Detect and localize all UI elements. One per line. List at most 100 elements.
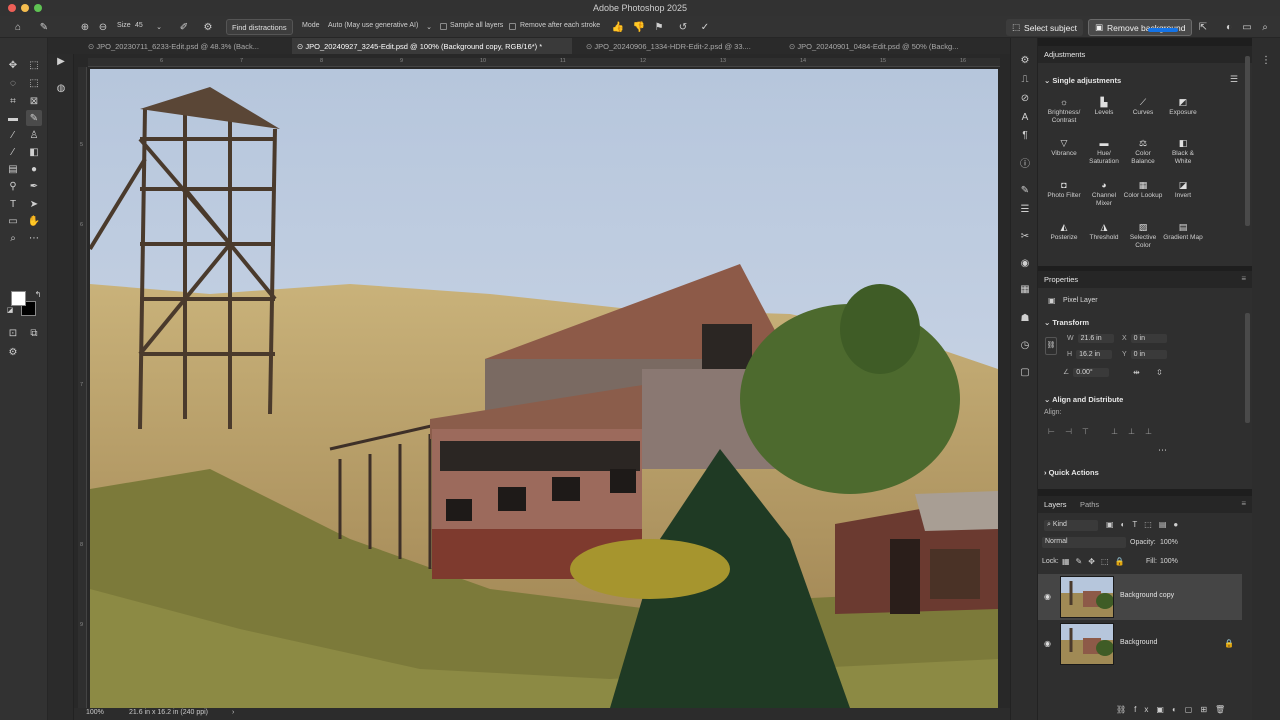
brush-subtract-icon[interactable]: ⊖	[96, 19, 110, 35]
adjustment-hue-saturation[interactable]: ▬ Hue/ Saturation	[1084, 138, 1124, 166]
workspace-icon[interactable]: ▭	[1240, 19, 1254, 35]
width-field[interactable]: W 21.6 in	[1067, 334, 1114, 345]
blend-mode-select[interactable]: Normal	[1042, 537, 1126, 548]
opacity-value[interactable]: 100%	[1160, 539, 1178, 546]
adjustment-gradient-map[interactable]: ▤ Gradient Map	[1163, 222, 1203, 242]
object-select-tool-icon[interactable]: ⬚	[26, 75, 42, 91]
flip-horizontal-icon[interactable]: ⇹	[1133, 368, 1140, 377]
chevron-down-icon[interactable]: ⌄	[154, 19, 164, 35]
layer-row-background-copy[interactable]: ◉ Background copy	[1038, 574, 1242, 620]
screen-mode-icon[interactable]: ⧉	[26, 325, 42, 341]
lasso-tool-icon[interactable]: ◌	[5, 75, 21, 91]
fill-value[interactable]: 100%	[1160, 558, 1178, 565]
gradient-tool-icon[interactable]: ▤	[5, 161, 21, 177]
more-options-icon[interactable]: ⋮	[1258, 52, 1274, 68]
angle-value[interactable]: 0.00°	[1073, 368, 1110, 377]
layer-footer-buttons[interactable]: ⛓fx▣◐▢⊞🗑	[1116, 705, 1233, 714]
remove-after-stroke-checkbox[interactable]	[509, 23, 516, 30]
find-distractions-button[interactable]: Find distractions	[226, 19, 293, 35]
edit-toolbar-icon[interactable]: ⚙	[5, 344, 21, 360]
foreground-color-swatch[interactable]	[11, 291, 26, 306]
reset-icon[interactable]: ↺	[676, 19, 690, 35]
blur-tool-icon[interactable]: ●	[26, 161, 42, 177]
adjustment-brightness-contrast[interactable]: ☼ Brightness/ Contrast	[1044, 97, 1084, 125]
sliders-icon[interactable]: ☰	[1017, 201, 1033, 217]
adjustment-black-white[interactable]: ◧ Black & White	[1163, 138, 1203, 166]
sample-all-layers-checkbox[interactable]	[440, 23, 447, 30]
default-colors-icon[interactable]: ◪	[5, 305, 15, 315]
thumbs-up-icon[interactable]: 👍	[611, 19, 625, 35]
chevron-right-icon[interactable]: ›	[232, 709, 234, 716]
type-tool-icon[interactable]: T	[5, 196, 21, 212]
align-buttons[interactable]: ⊢⊣⊤ ⊥⊥⊥	[1048, 427, 1162, 436]
paragraph-icon[interactable]: ¶	[1017, 127, 1033, 143]
adjustment-posterize[interactable]: ◭ Posterize	[1044, 222, 1084, 242]
layer-name[interactable]: Background copy	[1120, 592, 1174, 599]
adjustment-vibrance[interactable]: ▽ Vibrance	[1044, 138, 1084, 158]
x-field[interactable]: X0 in	[1122, 334, 1167, 345]
tab-document-4[interactable]: ⊙ JPO_20240901_0484-Edit.psd @ 50% (Back…	[789, 38, 984, 54]
filter-icons[interactable]: ▣◐T⬚▤●	[1106, 520, 1185, 529]
remove-tool-icon[interactable]: ✎	[26, 110, 42, 126]
adjustment-exposure[interactable]: ◩ Exposure	[1163, 97, 1203, 117]
y-value[interactable]: 0 in	[1130, 350, 1167, 359]
flip-vertical-icon[interactable]: ⇳	[1156, 368, 1163, 377]
panel-menu-icon[interactable]: ≡	[1241, 499, 1246, 508]
theme-icon[interactable]: ◐	[1222, 19, 1236, 35]
stamp-tool-icon[interactable]: ♙	[26, 127, 42, 143]
info-icon[interactable]: ⓘ	[1017, 154, 1033, 170]
gear-icon[interactable]: ⚙	[201, 19, 215, 35]
adjustment-color-lookup[interactable]: ▦ Color Lookup	[1123, 180, 1163, 200]
layer-row-background[interactable]: ◉ Background 🔒	[1038, 621, 1242, 667]
libraries-icon[interactable]: ☗	[1017, 310, 1033, 326]
eye-icon[interactable]: ◉	[1044, 639, 1051, 648]
panel-menu-icon[interactable]: ≡	[1241, 274, 1246, 283]
w-value[interactable]: 21.6 in	[1077, 334, 1114, 343]
color-icon[interactable]: ◉	[1017, 255, 1033, 271]
share-icon[interactable]: ⇱	[1196, 19, 1210, 35]
swatches-icon[interactable]: ▦	[1017, 281, 1033, 297]
chevron-down-icon[interactable]: ⌄	[424, 19, 434, 35]
flag-icon[interactable]: ⚑	[652, 19, 666, 35]
adjustment-levels[interactable]: ▙ Levels	[1084, 97, 1124, 117]
eyedropper-tool-icon[interactable]: ▬	[5, 110, 21, 126]
tab-document-1[interactable]: ⊙ JPO_20230711_6233-Edit.psd @ 48.3% (Ba…	[88, 38, 283, 54]
rectangle-tool-icon[interactable]: ▭	[5, 213, 21, 229]
hand-tool-icon[interactable]: ✋	[26, 213, 42, 229]
tab-paths[interactable]: Paths	[1080, 500, 1099, 509]
paths-icon[interactable]: ⊘	[1017, 90, 1033, 106]
document-size[interactable]: 21.6 in x 16.2 in (240 ppi)	[129, 709, 208, 716]
tab-document-3[interactable]: ⊙ JPO_20240906_1334-HDR-Edit-2.psd @ 33.…	[586, 38, 776, 54]
eraser-tool-icon[interactable]: ◧	[26, 144, 42, 160]
tab-document-2[interactable]: ⊙ JPO_20240927_3245-Edit.psd @ 100% (Bac…	[292, 38, 572, 54]
actions-icon[interactable]: ◍	[53, 80, 69, 96]
quick-mask-mode-icon[interactable]: ⊡	[5, 325, 21, 341]
quick-actions-header[interactable]: › Quick Actions	[1044, 468, 1099, 477]
angle-field[interactable]: ∠ 0.00°	[1063, 368, 1110, 379]
adjustment-invert[interactable]: ◪ Invert	[1163, 180, 1203, 200]
transform-section-header[interactable]: ⌄ Transform	[1044, 318, 1089, 327]
lock-icons[interactable]: ▦✎✥⬚🔒	[1062, 557, 1130, 566]
single-adjustments-header[interactable]: ⌄ Single adjustments	[1044, 76, 1121, 85]
home-icon[interactable]: ⌂	[10, 19, 26, 35]
zoom-tool-icon[interactable]: ⌕	[5, 230, 21, 246]
list-view-icon[interactable]: ☰	[1230, 74, 1238, 85]
commit-check-icon[interactable]: ✓	[698, 19, 712, 35]
filter-kind-select[interactable]: ⌕ Kind	[1044, 520, 1098, 531]
brush-tool-icon[interactable]: ⁄	[5, 127, 21, 143]
mode-select[interactable]: Auto (May use generative AI)	[328, 22, 418, 29]
h-value[interactable]: 16.2 in	[1076, 350, 1113, 359]
brush-settings-icon[interactable]: ✎	[1017, 182, 1033, 198]
adjustment-color-balance[interactable]: ⚖ Color Balance	[1123, 138, 1163, 166]
remove-tool-icon[interactable]: ✎	[36, 19, 52, 35]
size-value[interactable]: 45	[135, 22, 143, 29]
adjustment-curves[interactable]: ⟋ Curves	[1123, 97, 1163, 117]
history-icon[interactable]: ◷	[1017, 337, 1033, 353]
link-icon[interactable]: ⛓	[1045, 337, 1057, 355]
gear-icon[interactable]: ⚙	[1017, 52, 1033, 68]
eye-icon[interactable]: ◉	[1044, 592, 1051, 601]
pen-tool-icon[interactable]: ✒	[26, 178, 42, 194]
tools-icon[interactable]: ✂	[1017, 228, 1033, 244]
height-field[interactable]: H 16.2 in	[1067, 350, 1113, 361]
properties-scrollbar[interactable]	[1245, 313, 1250, 423]
